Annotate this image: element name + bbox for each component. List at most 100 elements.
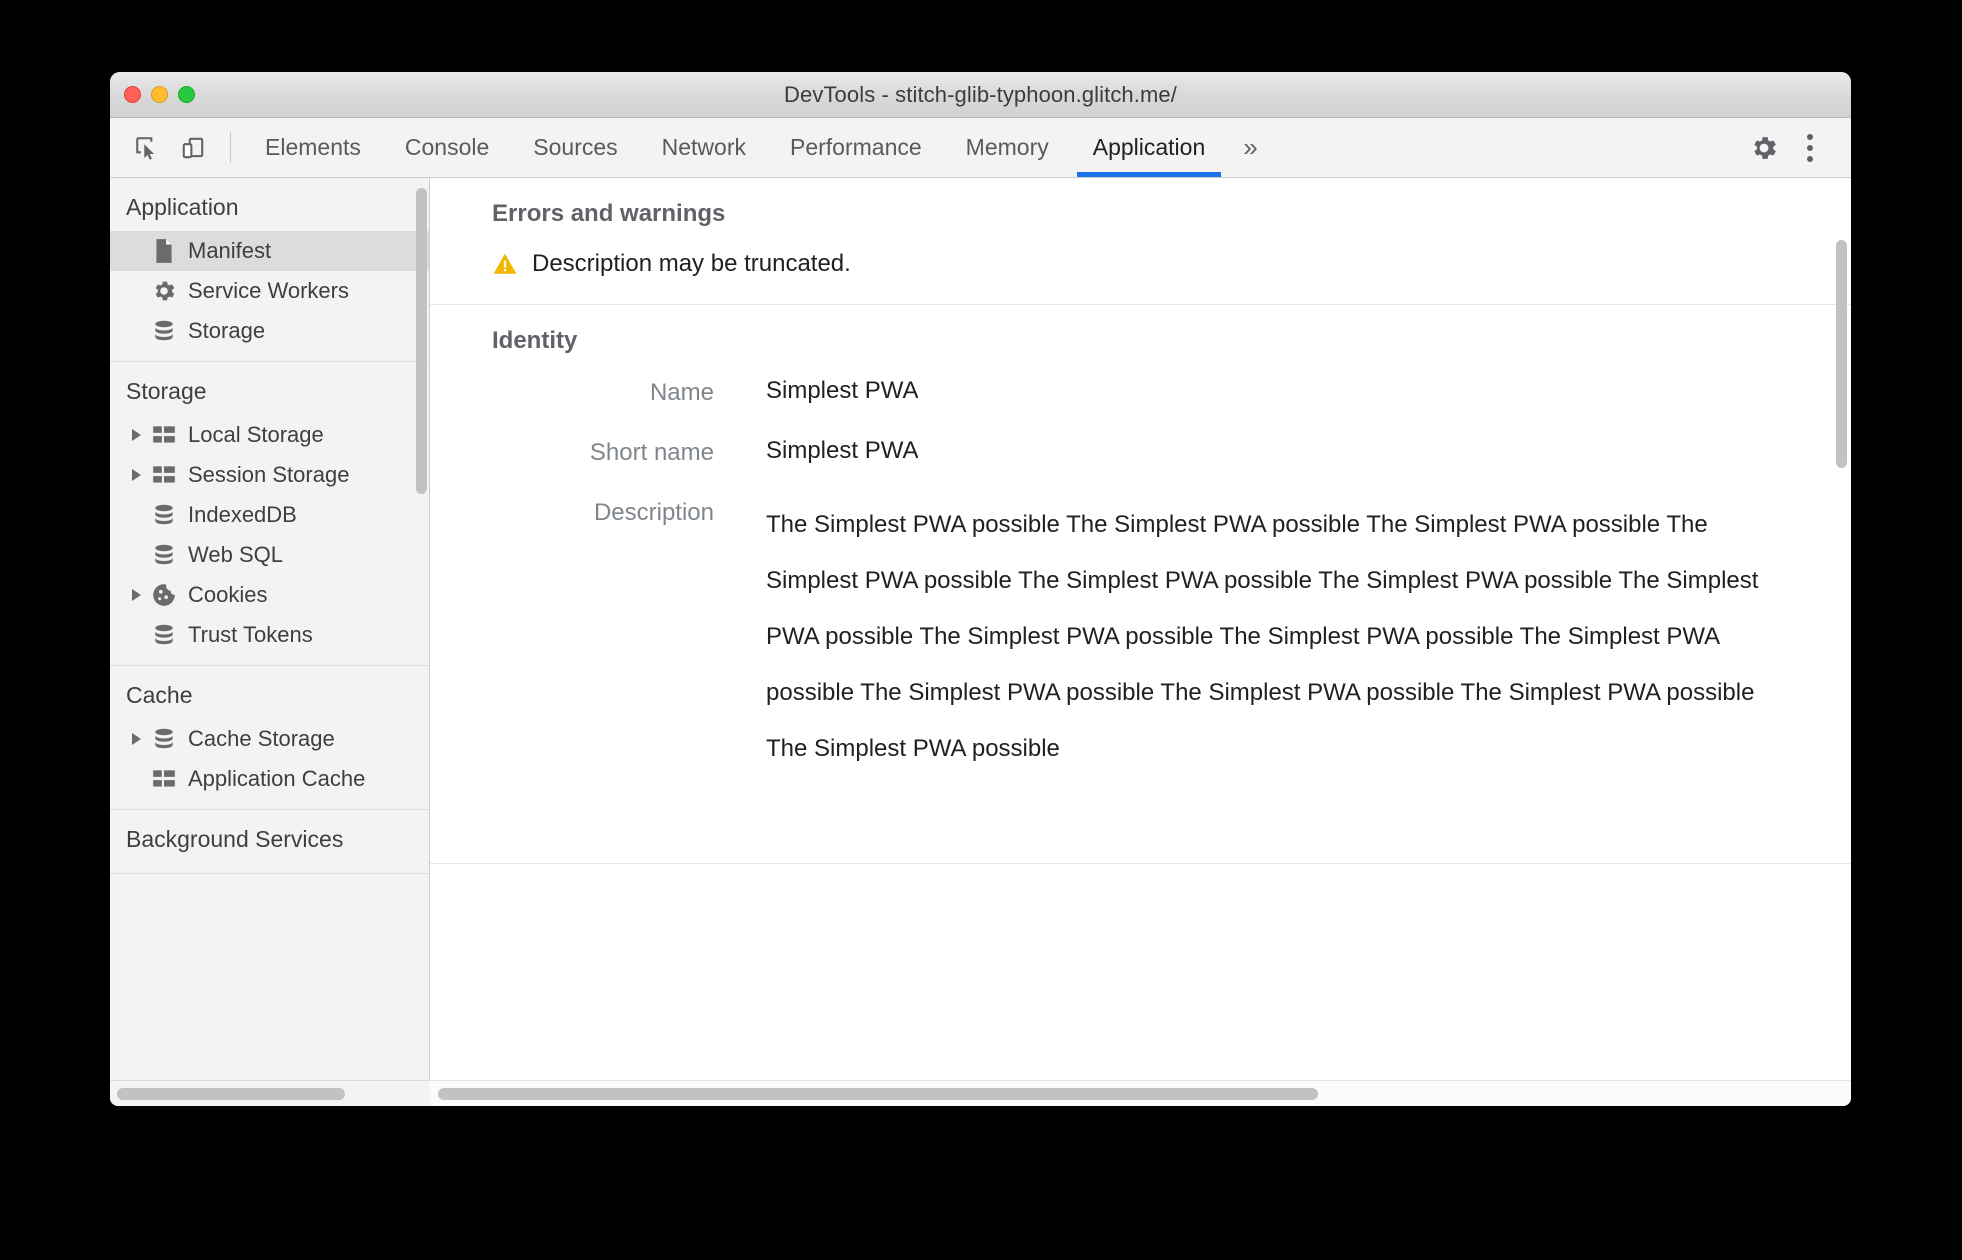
devtools-body: Application Manifest Service Workers Sto… <box>110 178 1851 1080</box>
sidebar-item-manifest[interactable]: Manifest <box>110 231 429 271</box>
table-icon <box>148 424 180 446</box>
field-label: Short name <box>589 439 714 466</box>
sidebar-item-label: IndexedDB <box>188 502 297 527</box>
toolbar-divider <box>230 132 231 163</box>
sidebar-item-web-sql[interactable]: Web SQL <box>110 535 429 575</box>
bottom-scrollbars <box>110 1080 1851 1106</box>
manifest-panel: Errors and warnings Description may be t… <box>430 178 1851 1080</box>
sidebar-item-local-storage[interactable]: Local Storage <box>110 415 429 455</box>
sidebar-item-label: Web SQL <box>188 542 283 567</box>
sidebar-section-background-services: Background Services <box>110 810 429 874</box>
close-window-button[interactable] <box>124 86 141 103</box>
sidebar-section-storage: Storage Local Storage Session Storage In… <box>110 362 429 666</box>
tab-sources[interactable]: Sources <box>511 118 639 177</box>
sidebar-horizontal-scrollbar[interactable] <box>110 1080 430 1106</box>
sidebar-section-cache: Cache Cache Storage Application Cache <box>110 666 429 810</box>
sidebar-item-trust-tokens[interactable]: Trust Tokens <box>110 615 429 655</box>
application-sidebar[interactable]: Application Manifest Service Workers Sto… <box>110 178 430 1080</box>
minimize-window-button[interactable] <box>151 86 168 103</box>
sidebar-item-storage[interactable]: Storage <box>110 311 429 351</box>
more-vertical-icon[interactable] <box>1787 133 1833 162</box>
toolbar-right-tools <box>1704 118 1851 177</box>
sidebar-item-label: Local Storage <box>188 422 324 447</box>
maximize-window-button[interactable] <box>178 86 195 103</box>
scrollbar-thumb[interactable] <box>117 1087 345 1100</box>
inspect-element-icon[interactable] <box>124 118 170 177</box>
expand-triangle-icon[interactable] <box>126 469 146 481</box>
sidebar-item-label: Cache Storage <box>188 726 335 751</box>
tab-label: Memory <box>965 134 1049 160</box>
warning-message-row: Description may be truncated. <box>492 250 1851 278</box>
sidebar-item-session-storage[interactable]: Session Storage <box>110 455 429 495</box>
sidebar-item-indexeddb[interactable]: IndexedDB <box>110 495 429 535</box>
window-titlebar: DevTools - stitch-glib-typhoon.glitch.me… <box>110 72 1851 118</box>
table-icon <box>148 768 180 790</box>
sidebar-section-title: Storage <box>126 378 207 404</box>
sidebar-section-application: Application Manifest Service Workers Sto… <box>110 178 429 362</box>
expand-triangle-icon[interactable] <box>126 589 146 601</box>
database-icon <box>148 318 180 344</box>
device-toolbar-icon[interactable] <box>170 118 216 177</box>
field-short-name: Short name Simplest PWA <box>492 437 1851 467</box>
tab-console[interactable]: Console <box>383 118 511 177</box>
scrollbar-thumb[interactable] <box>438 1087 1318 1100</box>
sidebar-vertical-scrollbar[interactable] <box>416 188 427 494</box>
database-icon <box>148 726 180 752</box>
database-icon <box>148 542 180 568</box>
table-icon <box>148 464 180 486</box>
sidebar-item-label: Manifest <box>188 238 272 263</box>
warning-message-text: Description may be truncated. <box>532 250 851 277</box>
main-horizontal-scrollbar[interactable] <box>430 1080 1851 1106</box>
field-label: Name <box>649 379 714 406</box>
more-tabs-icon[interactable]: » <box>1227 118 1273 177</box>
tab-label: Elements <box>265 134 361 160</box>
sidebar-item-label: Service Workers <box>188 278 349 303</box>
tab-label: Sources <box>533 134 618 160</box>
gear-icon[interactable] <box>1741 133 1787 163</box>
sidebar-item-label: Application Cache <box>188 766 366 791</box>
window-title: DevTools - stitch-glib-typhoon.glitch.me… <box>784 81 1177 107</box>
sidebar-item-label: Session Storage <box>188 462 350 487</box>
document-icon <box>148 238 180 264</box>
tab-label: Application <box>1092 134 1206 160</box>
field-value: The Simplest PWA possible The Simplest P… <box>766 511 1766 762</box>
field-description: Description The Simplest PWA possible Th… <box>492 497 1851 837</box>
devtools-window: DevTools - stitch-glib-typhoon.glitch.me… <box>110 72 1851 1106</box>
tab-label: Performance <box>790 134 922 160</box>
tab-elements[interactable]: Elements <box>243 118 383 177</box>
sidebar-item-cache-storage[interactable]: Cache Storage <box>110 719 429 759</box>
identity-section: Identity Name Simplest PWA Short name Si… <box>430 305 1851 864</box>
tab-performance[interactable]: Performance <box>768 118 944 177</box>
field-label: Description <box>593 499 714 526</box>
sidebar-item-label: Trust Tokens <box>188 622 313 647</box>
tab-memory[interactable]: Memory <box>944 118 1071 177</box>
sidebar-item-application-cache[interactable]: Application Cache <box>110 759 429 799</box>
cookie-icon <box>148 582 180 608</box>
manifest-scroll-area: Errors and warnings Description may be t… <box>430 178 1851 1080</box>
tab-label: Network <box>661 134 746 160</box>
gear-icon <box>148 278 180 304</box>
tab-label: Console <box>404 134 490 160</box>
sidebar-item-label: Storage <box>188 318 266 343</box>
tab-network[interactable]: Network <box>640 118 768 177</box>
sidebar-item-cookies[interactable]: Cookies <box>110 575 429 615</box>
field-value: Simplest PWA <box>766 377 919 404</box>
field-value: Simplest PWA <box>766 437 919 464</box>
sidebar-section-title: Background Services <box>126 826 344 852</box>
field-name: Name Simplest PWA <box>492 377 1851 407</box>
traffic-lights <box>124 86 195 103</box>
expand-triangle-icon[interactable] <box>126 733 146 745</box>
sidebar-item-service-workers[interactable]: Service Workers <box>110 271 429 311</box>
tab-application[interactable]: Application <box>1071 118 1228 177</box>
sidebar-section-title: Cache <box>126 682 193 708</box>
section-title: Errors and warnings <box>492 200 726 227</box>
expand-triangle-icon[interactable] <box>126 429 146 441</box>
warning-triangle-icon <box>492 251 518 277</box>
main-vertical-scrollbar[interactable] <box>1836 240 1847 468</box>
database-icon <box>148 502 180 528</box>
database-icon <box>148 622 180 648</box>
errors-and-warnings-section: Errors and warnings Description may be t… <box>430 178 1851 305</box>
sidebar-section-title: Application <box>126 194 239 220</box>
section-title: Identity <box>492 327 578 354</box>
sidebar-item-label: Cookies <box>188 582 268 607</box>
